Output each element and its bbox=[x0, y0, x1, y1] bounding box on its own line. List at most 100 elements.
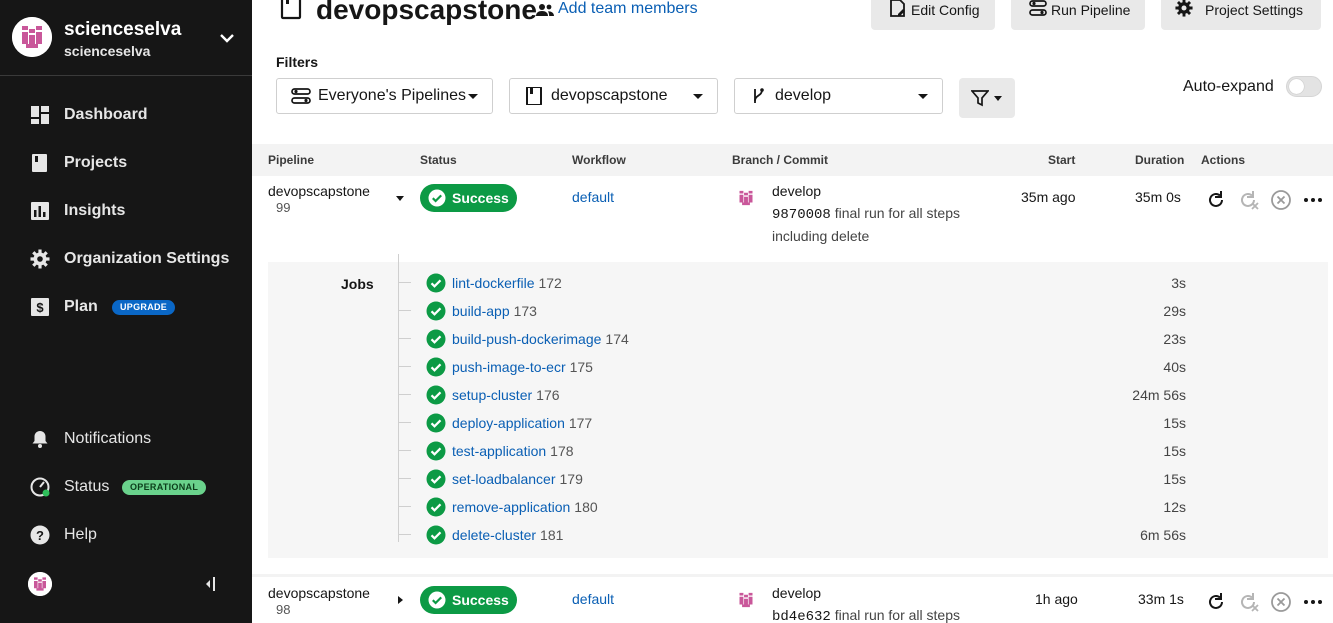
job-row[interactable]: set-loadbalancer 179 15s bbox=[399, 465, 1328, 493]
commit-sha[interactable]: 9870008 bbox=[772, 207, 831, 223]
branch-name[interactable]: develop bbox=[772, 585, 821, 601]
job-name[interactable]: set-loadbalancer bbox=[452, 471, 556, 487]
branch-name[interactable]: develop bbox=[772, 183, 821, 199]
operational-badge: OPERATIONAL bbox=[122, 480, 207, 495]
duration: 33m 1s bbox=[1138, 591, 1184, 607]
status-badge[interactable]: Success bbox=[420, 586, 517, 614]
dashboard-icon bbox=[31, 106, 49, 124]
rerun-icon[interactable] bbox=[1205, 591, 1227, 613]
job-link[interactable]: remove-application 180 bbox=[452, 499, 598, 515]
caret-right-icon[interactable] bbox=[394, 594, 406, 606]
caret-down-icon[interactable] bbox=[394, 192, 406, 204]
auto-expand-toggle[interactable] bbox=[1286, 76, 1322, 97]
status-badge[interactable]: Success bbox=[420, 184, 517, 212]
workflow-link[interactable]: default bbox=[572, 591, 614, 607]
job-name[interactable]: deploy-application bbox=[452, 415, 565, 431]
sidebar-item-insights[interactable]: Insights bbox=[0, 191, 252, 231]
jobs-panel: Jobs lint-dockerfile 172 3s build-app 173 29s… bbox=[268, 254, 1328, 558]
project-filter-select[interactable]: devopscapstone bbox=[509, 78, 718, 114]
rerun-failed-icon[interactable] bbox=[1238, 189, 1260, 211]
table-header: Pipeline Status Workflow Branch / Commit… bbox=[252, 144, 1333, 176]
job-name[interactable]: remove-application bbox=[452, 499, 570, 515]
sidebar-item-help[interactable]: ? Help bbox=[0, 515, 252, 555]
start-time: 35m ago bbox=[1021, 189, 1076, 205]
sidebar-item-dashboard[interactable]: Dashboard bbox=[0, 95, 252, 135]
caret-down-icon bbox=[994, 96, 1002, 101]
job-duration: 15s bbox=[1163, 471, 1186, 487]
start-time: 1h ago bbox=[1035, 591, 1078, 607]
check-circle-icon bbox=[426, 357, 446, 377]
tree-branch bbox=[399, 422, 411, 423]
job-row[interactable]: remove-application 180 12s bbox=[399, 493, 1328, 521]
job-row[interactable]: delete-cluster 181 6m 56s bbox=[399, 521, 1328, 549]
job-name[interactable]: test-application bbox=[452, 443, 546, 459]
sidebar-item-plan[interactable]: $ Plan UPGRADE bbox=[0, 287, 252, 327]
run-pipeline-button[interactable]: Run Pipeline bbox=[1011, 0, 1145, 30]
commit-info[interactable]: bd4e632 final run for all steps bbox=[772, 605, 1002, 623]
job-duration: 29s bbox=[1163, 303, 1186, 319]
job-name[interactable]: setup-cluster bbox=[452, 387, 532, 403]
job-name[interactable]: build-app bbox=[452, 303, 510, 319]
advanced-filter-button[interactable] bbox=[959, 78, 1015, 118]
job-row[interactable]: setup-cluster 176 24m 56s bbox=[399, 381, 1328, 409]
rerun-failed-icon[interactable] bbox=[1238, 591, 1260, 613]
job-link[interactable]: push-image-to-ecr 175 bbox=[452, 359, 593, 375]
job-duration: 6m 56s bbox=[1140, 527, 1186, 543]
project-settings-button[interactable]: Project Settings bbox=[1161, 0, 1321, 30]
edit-config-button[interactable]: Edit Config bbox=[871, 0, 995, 30]
dollar-icon: $ bbox=[31, 298, 49, 316]
org-name: scienceselva bbox=[64, 19, 182, 40]
committer-avatar bbox=[733, 587, 759, 613]
job-row[interactable]: deploy-application 177 15s bbox=[399, 409, 1328, 437]
user-avatar[interactable] bbox=[28, 572, 52, 596]
job-duration: 3s bbox=[1171, 275, 1186, 291]
cancel-icon[interactable] bbox=[1270, 189, 1292, 211]
commit-info[interactable]: 9870008 final run for all steps includin… bbox=[772, 203, 1002, 247]
rerun-icon[interactable] bbox=[1205, 189, 1227, 211]
job-row[interactable]: lint-dockerfile 172 3s bbox=[399, 269, 1328, 297]
job-row[interactable]: test-application 178 15s bbox=[399, 437, 1328, 465]
insights-icon bbox=[31, 202, 49, 220]
job-link[interactable]: setup-cluster 176 bbox=[452, 387, 560, 403]
job-number: 177 bbox=[568, 415, 593, 431]
job-row[interactable]: push-image-to-ecr 175 40s bbox=[399, 353, 1328, 381]
sidebar-item-projects[interactable]: Projects bbox=[0, 143, 252, 183]
job-number: 181 bbox=[540, 527, 564, 543]
workflow-link[interactable]: default bbox=[572, 189, 614, 205]
job-duration: 24m 56s bbox=[1132, 387, 1186, 403]
collapse-sidebar-icon[interactable] bbox=[200, 575, 218, 593]
job-link[interactable]: test-application 178 bbox=[452, 443, 574, 459]
more-icon[interactable] bbox=[1302, 189, 1324, 211]
sidebar-item-status[interactable]: Status OPERATIONAL bbox=[0, 467, 252, 507]
job-link[interactable]: delete-cluster 181 bbox=[452, 527, 563, 543]
job-link[interactable]: set-loadbalancer 179 bbox=[452, 471, 583, 487]
col-start: Start bbox=[1048, 153, 1076, 167]
tree-branch bbox=[399, 534, 411, 535]
more-icon[interactable] bbox=[1302, 591, 1324, 613]
job-name[interactable]: lint-dockerfile bbox=[452, 275, 534, 291]
cancel-icon[interactable] bbox=[1270, 591, 1292, 613]
job-link[interactable]: deploy-application 177 bbox=[452, 415, 592, 431]
job-name[interactable]: build-push-dockerimage bbox=[452, 331, 601, 347]
check-circle-icon bbox=[426, 497, 446, 517]
job-name[interactable]: delete-cluster bbox=[452, 527, 536, 543]
job-row[interactable]: build-push-dockerimage 174 23s bbox=[399, 325, 1328, 353]
job-link[interactable]: build-push-dockerimage 174 bbox=[452, 331, 629, 347]
job-link[interactable]: lint-dockerfile 172 bbox=[452, 275, 562, 291]
pipeline-name[interactable]: devopscapstone bbox=[268, 183, 370, 199]
col-status: Status bbox=[420, 153, 457, 167]
job-name[interactable]: push-image-to-ecr bbox=[452, 359, 566, 375]
edit-file-icon bbox=[890, 0, 905, 17]
commit-sha[interactable]: bd4e632 bbox=[772, 609, 831, 623]
pipelines-filter-select[interactable]: Everyone's Pipelines bbox=[276, 78, 493, 114]
chevron-down-icon[interactable] bbox=[216, 27, 238, 49]
status-label: Success bbox=[452, 190, 509, 206]
pipeline-name[interactable]: devopscapstone bbox=[268, 585, 370, 601]
branch-filter-select[interactable]: develop bbox=[734, 78, 943, 114]
org-switcher[interactable]: scienceselva scienceselva bbox=[0, 0, 252, 76]
sidebar-item-organization-settings[interactable]: Organization Settings bbox=[0, 239, 252, 279]
upgrade-badge[interactable]: UPGRADE bbox=[112, 300, 176, 315]
sidebar-item-notifications[interactable]: Notifications bbox=[0, 419, 252, 459]
job-link[interactable]: build-app 173 bbox=[452, 303, 537, 319]
job-row[interactable]: build-app 173 29s bbox=[399, 297, 1328, 325]
